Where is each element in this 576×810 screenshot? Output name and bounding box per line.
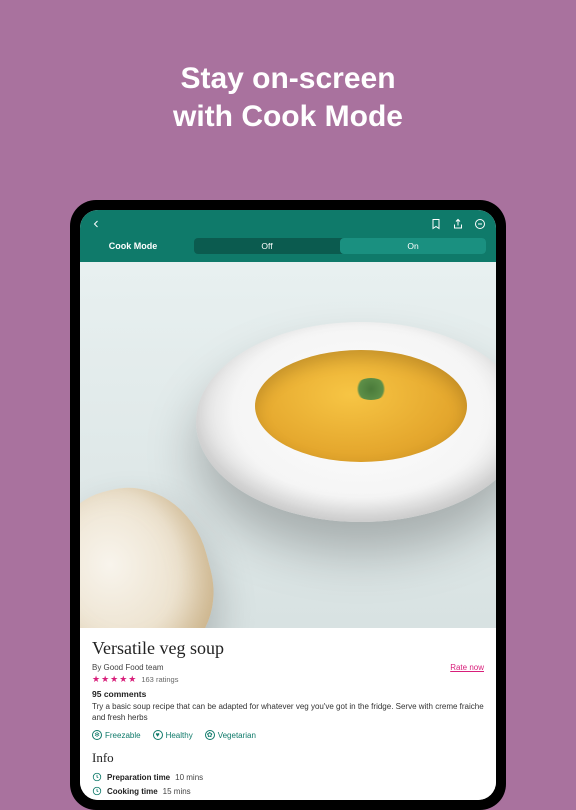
info-heading: Info [92,750,484,766]
headline-line1: Stay on-screen [0,60,576,98]
tablet-frame: Cook Mode Off On Versatile veg soup By G… [70,200,506,810]
rating-row[interactable]: ★★★★★ 163 ratings [92,674,484,685]
prep-value: 10 mins [175,773,203,782]
recipe-byline: By Good Food team [92,663,164,672]
recipe-card: Versatile veg soup By Good Food team Rat… [80,628,496,800]
cook-label: Cooking time [107,787,158,796]
rating-count: 163 ratings [141,675,178,684]
recipe-tags: ❄ Freezable ♥ Healthy ✿ Vegetarian [92,730,484,740]
tag-vegetarian: ✿ Vegetarian [205,730,256,740]
cook-time-row: Cooking time 15 mins [92,786,484,796]
prep-time-row: Preparation time 10 mins [92,772,484,782]
rate-now-link[interactable]: Rate now [450,663,484,672]
app-screen: Cook Mode Off On Versatile veg soup By G… [80,210,496,800]
tag-healthy: ♥ Healthy [153,730,193,740]
toggle-on[interactable]: On [340,238,486,254]
top-toolbar [80,210,496,236]
back-icon[interactable] [90,217,102,229]
toggle-off[interactable]: Off [194,238,340,254]
cook-value: 15 mins [163,787,191,796]
cook-mode-label: Cook Mode [90,241,176,251]
tag-freezable: ❄ Freezable [92,730,141,740]
comments-link[interactable]: 95 comments [92,689,484,699]
share-icon[interactable] [452,217,464,229]
cook-mode-bar: Cook Mode Off On [80,236,496,262]
headline-line2: with Cook Mode [0,98,576,136]
menu-icon[interactable] [474,217,486,229]
star-icons: ★★★★★ [92,674,137,685]
freezable-icon: ❄ [92,730,102,740]
prep-label: Preparation time [107,773,170,782]
clock-icon [92,786,102,796]
bookmark-icon[interactable] [430,217,442,229]
recipe-title: Versatile veg soup [92,638,484,659]
vegetarian-icon: ✿ [205,730,215,740]
promo-headline: Stay on-screen with Cook Mode [0,0,576,135]
healthy-icon: ♥ [153,730,163,740]
recipe-description: Try a basic soup recipe that can be adap… [92,702,484,724]
cook-mode-toggle[interactable]: Off On [194,238,486,254]
recipe-hero-image [80,262,496,628]
clock-icon [92,772,102,782]
soup-bowl-graphic [196,322,496,522]
